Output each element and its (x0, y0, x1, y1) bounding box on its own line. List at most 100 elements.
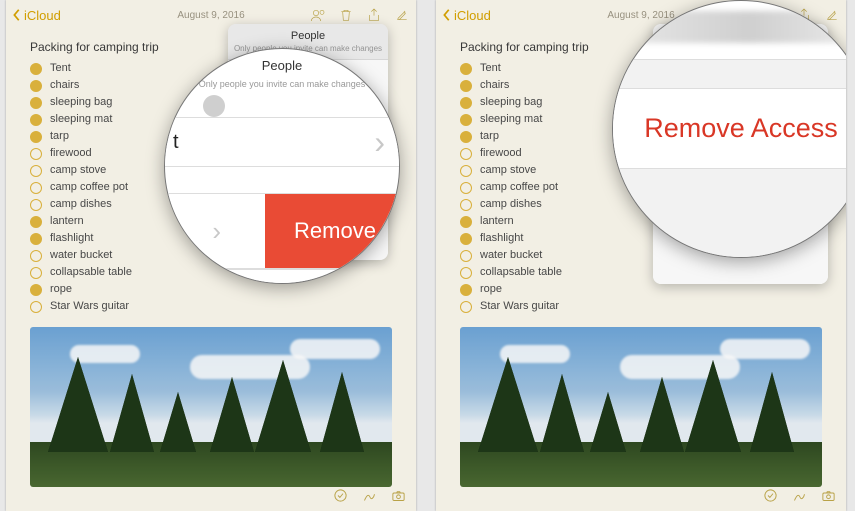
checklist-circle-icon[interactable] (460, 199, 472, 211)
checklist-circle-icon[interactable] (30, 233, 42, 245)
checklist-circle-icon[interactable] (30, 97, 42, 109)
camera-icon[interactable] (391, 488, 406, 508)
checklist-item-label: camp stove (50, 162, 106, 179)
back-button[interactable]: iCloud (442, 8, 491, 23)
checklist-circle-icon[interactable] (30, 114, 42, 126)
person-row[interactable]: t › (164, 117, 400, 167)
checklist-circle-icon[interactable] (30, 250, 42, 262)
bottom-toolbar (6, 485, 416, 511)
chevron-left-icon (12, 8, 22, 22)
person-name-fragment: t (173, 131, 179, 154)
checklist-item-label: camp coffee pot (50, 179, 128, 196)
bottom-toolbar (436, 485, 846, 511)
checklist-circle-icon[interactable] (30, 216, 42, 228)
checklist-circle-icon[interactable] (460, 131, 472, 143)
screenshot-right: iCloud August 9, 2016 Packing for campin… (436, 0, 846, 511)
checklist-circle-icon[interactable] (460, 233, 472, 245)
remove-access-label: Remove Access (644, 113, 838, 144)
checklist-circle-icon[interactable] (460, 216, 472, 228)
checklist-circle-icon[interactable] (460, 63, 472, 75)
checklist-circle-icon[interactable] (460, 148, 472, 160)
checklist-item-label: Star Wars guitar (480, 298, 559, 315)
checklist-circle-icon[interactable] (30, 165, 42, 177)
checklist-item-label: camp dishes (50, 196, 112, 213)
checklist-item-label: sleeping bag (480, 94, 542, 111)
checklist-item-label: tarp (480, 128, 499, 145)
section-gap (612, 169, 846, 258)
checklist-item-label: rope (480, 281, 502, 298)
checklist-circle-icon[interactable] (460, 284, 472, 296)
checklist-item-label: collapsable table (480, 264, 562, 281)
checklist-item-label: chairs (50, 77, 79, 94)
checklist-circle-icon[interactable] (460, 182, 472, 194)
checklist-circle-icon[interactable] (30, 284, 42, 296)
checklist-item-label: firewood (480, 145, 522, 162)
checklist-item-label: Star Wars guitar (50, 298, 129, 315)
popover-title: People (228, 24, 388, 44)
trash-icon[interactable] (338, 7, 354, 23)
checklist-item-label: Tent (480, 60, 501, 77)
checklist-item-label: lantern (50, 213, 84, 230)
note-image (460, 327, 822, 487)
checklist-icon[interactable] (763, 488, 778, 508)
checklist-circle-icon[interactable] (460, 80, 472, 92)
checklist-item-label: lantern (480, 213, 514, 230)
checklist-item[interactable]: rope (30, 281, 416, 298)
checklist-item-label: water bucket (50, 247, 112, 264)
checklist-circle-icon[interactable] (30, 63, 42, 75)
checklist-item-label: collapsable table (50, 264, 132, 281)
checklist-item-label: Tent (50, 60, 71, 77)
checklist-circle-icon[interactable] (460, 165, 472, 177)
checklist-circle-icon[interactable] (30, 80, 42, 92)
remove-label: Remove (294, 218, 376, 244)
person-row-swiped[interactable]: › Remove (164, 193, 400, 269)
popover-subtitle-zoom: Only people you invite can make changes (199, 79, 366, 89)
checklist-circle-icon[interactable] (30, 199, 42, 211)
camera-icon[interactable] (821, 488, 836, 508)
sketch-icon[interactable] (362, 488, 377, 508)
checklist-icon[interactable] (333, 488, 348, 508)
checklist-item-label: sleeping bag (50, 94, 112, 111)
checklist-circle-icon[interactable] (30, 267, 42, 279)
checklist-item-label: camp coffee pot (480, 179, 558, 196)
checklist-item-label: camp stove (480, 162, 536, 179)
note-date: August 9, 2016 (177, 10, 244, 21)
checklist-item[interactable]: Star Wars guitar (460, 298, 846, 315)
checklist-circle-icon[interactable] (460, 97, 472, 109)
toolbar-actions (310, 7, 410, 23)
magnifier: Remove Access (612, 0, 846, 258)
checklist-circle-icon[interactable] (30, 182, 42, 194)
checklist-item-label: sleeping mat (480, 111, 542, 128)
blurred-header (641, 11, 846, 43)
checklist-item-label: water bucket (480, 247, 542, 264)
checklist-circle-icon[interactable] (460, 301, 472, 313)
person-row[interactable]: dwell › (164, 269, 400, 284)
checklist-item-label: tarp (50, 128, 69, 145)
section-gap (612, 59, 846, 89)
chevron-left-icon (442, 8, 452, 22)
checklist-circle-icon[interactable] (460, 250, 472, 262)
checklist-circle-icon[interactable] (30, 148, 42, 160)
note-image (30, 327, 392, 487)
popover-title-zoom: People (262, 58, 302, 73)
checklist-item[interactable]: Star Wars guitar (30, 298, 416, 315)
remove-button[interactable]: Remove (265, 194, 400, 268)
checklist-item-label: camp dishes (480, 196, 542, 213)
share-icon[interactable] (366, 7, 382, 23)
back-button[interactable]: iCloud (12, 8, 61, 23)
checklist-circle-icon[interactable] (460, 114, 472, 126)
back-label: iCloud (454, 8, 491, 23)
checklist-circle-icon[interactable] (460, 267, 472, 279)
checklist-circle-icon[interactable] (30, 301, 42, 313)
chevron-right-icon: › (212, 216, 221, 247)
chevron-right-icon: › (374, 124, 385, 161)
compose-icon[interactable] (394, 7, 410, 23)
checklist-circle-icon[interactable] (30, 131, 42, 143)
remove-access-button[interactable]: Remove Access (612, 89, 846, 169)
collaborate-icon[interactable] (310, 7, 326, 23)
checklist-item-label: flashlight (480, 230, 523, 247)
checklist-item-label: firewood (50, 145, 92, 162)
sketch-icon[interactable] (792, 488, 807, 508)
back-label: iCloud (24, 8, 61, 23)
checklist-item-label: sleeping mat (50, 111, 112, 128)
